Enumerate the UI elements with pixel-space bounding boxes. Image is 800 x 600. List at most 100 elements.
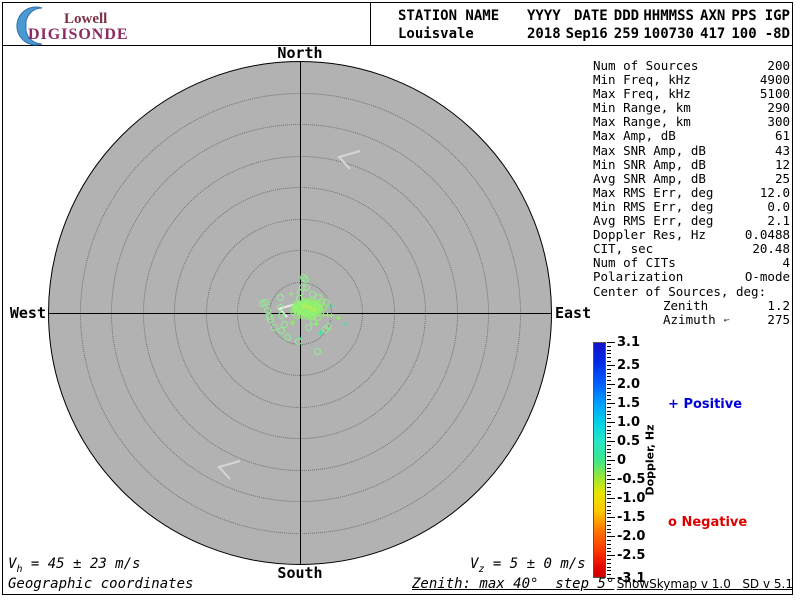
- header-label-row: STATION NAMEYYYYDATEDDDHHMMSSAXNPPSIGP: [398, 7, 790, 25]
- param-label: Center of Sources, deg:: [593, 285, 766, 299]
- colorbar-minor-tick: [607, 388, 611, 389]
- param-value: 5100: [760, 87, 790, 101]
- param-label: Num of Sources: [593, 59, 698, 73]
- colorbar-minor-tick: [607, 570, 611, 571]
- colorbar-minor-tick: [607, 452, 611, 453]
- echo-point-circle: [278, 312, 285, 319]
- colorbar-tick-label: -2.0: [617, 530, 657, 543]
- param-row: Center of Sources, deg:: [593, 285, 790, 299]
- colorbar-major-tick: [607, 384, 615, 385]
- positive-doppler-legend: + Positive: [668, 397, 742, 412]
- param-label: Doppler Res, Hz: [593, 228, 706, 242]
- echo-point-circle: [322, 326, 329, 333]
- colorbar-minor-tick: [607, 513, 611, 514]
- param-label: Azimuth ←: [663, 313, 731, 327]
- param-label: Max SNR Amp, dB: [593, 144, 706, 158]
- param-value: 300: [767, 115, 790, 129]
- colorbar-minor-tick: [607, 464, 611, 465]
- software-version-label: ShowSkymap v 1.0 SD v 5.1: [617, 577, 793, 591]
- colorbar-minor-tick: [607, 430, 611, 431]
- param-value: 1.2: [767, 299, 790, 313]
- colorbar-minor-tick: [607, 548, 611, 549]
- colorbar-minor-tick: [607, 471, 611, 472]
- param-value: 0.0488: [745, 228, 790, 242]
- colorbar-minor-tick: [607, 506, 611, 507]
- colorbar-minor-tick: [607, 357, 611, 358]
- colorbar-major-tick: [607, 498, 615, 499]
- header-col-value: 417: [694, 25, 725, 43]
- colorbar-minor-tick: [607, 414, 611, 415]
- header-col-label: AXN: [694, 7, 725, 25]
- colorbar-minor-tick: [607, 502, 611, 503]
- echo-point-circle: [320, 304, 327, 311]
- colorbar-major-tick: [607, 403, 615, 404]
- echo-point-plus: +: [310, 306, 319, 315]
- param-row: Max RMS Err, deg12.0: [593, 186, 790, 200]
- param-row: PolarizationO-mode: [593, 270, 790, 284]
- param-value: 25: [775, 172, 790, 186]
- colorbar-minor-tick: [607, 567, 611, 568]
- colorbar-minor-tick: [607, 361, 611, 362]
- colorbar-tick-label: 3.1: [617, 336, 657, 349]
- colorbar-minor-tick: [607, 456, 611, 457]
- colorbar-minor-tick: [607, 540, 611, 541]
- header-col-value: -8D: [757, 25, 790, 43]
- colorbar-major-tick: [607, 536, 615, 537]
- colorbar-minor-tick: [607, 468, 611, 469]
- colorbar-major-tick: [607, 422, 615, 423]
- param-row: Zenith 1.2: [593, 299, 790, 313]
- colorbar-minor-tick: [607, 491, 611, 492]
- header-col-label: STATION NAME: [398, 7, 523, 25]
- header-col-value: 2018: [523, 25, 560, 43]
- colorbar-tick-label: -1.5: [617, 511, 657, 524]
- zenith-scale-note: Zenith: max 40° step 5°: [412, 576, 614, 592]
- colorbar-minor-tick: [607, 529, 611, 530]
- colorbar-minor-tick: [607, 392, 611, 393]
- param-value: 4: [782, 256, 790, 270]
- param-row: CIT, sec20.48: [593, 242, 790, 256]
- param-row: Doppler Res, Hz 0.0488: [593, 228, 790, 242]
- param-value: 43: [775, 144, 790, 158]
- colorbar-minor-tick: [607, 437, 611, 438]
- param-row: Avg RMS Err, deg2.1: [593, 214, 790, 228]
- echo-point-circle: [278, 327, 285, 334]
- echo-point-plus: +: [334, 314, 343, 323]
- param-row: Azimuth ←275: [593, 313, 790, 327]
- colorbar-tick-label: -2.5: [617, 549, 657, 562]
- colorbar-minor-tick: [607, 449, 611, 450]
- param-label: Zenith: [663, 299, 708, 313]
- echo-point-circle: [271, 324, 278, 331]
- lowell-digisonde-logo: Lowell DIGISONDE: [12, 5, 232, 45]
- param-label: Min Freq, kHz: [593, 73, 691, 87]
- colorbar-minor-tick: [607, 411, 611, 412]
- colorbar-tick-label: 1.5: [617, 397, 657, 410]
- negative-doppler-legend: o Negative: [668, 515, 747, 530]
- header-divider-vertical: [370, 2, 371, 46]
- param-row: Num of CITs 4: [593, 256, 790, 270]
- colorbar-minor-tick: [607, 353, 611, 354]
- horizontal-velocity-readout: Vh = 45 ± 23 m/s: [8, 556, 140, 575]
- colorbar-minor-tick: [607, 544, 611, 545]
- param-label: Num of CITs: [593, 256, 676, 270]
- param-value: 0.0: [767, 200, 790, 214]
- echo-point-circle: [277, 294, 284, 301]
- compass-label-west: West: [8, 306, 46, 321]
- echo-point-circle: [295, 338, 302, 345]
- echo-point-circle: [277, 304, 284, 311]
- echo-point-circle: [303, 284, 310, 291]
- param-value: 61: [775, 129, 790, 143]
- colorbar-minor-tick: [607, 494, 611, 495]
- header-col-value: 100730: [639, 25, 694, 43]
- colorbar-minor-tick: [607, 521, 611, 522]
- header-col-label: IGP: [757, 7, 790, 25]
- param-row: Min Range, km290: [593, 101, 790, 115]
- colorbar-major-tick: [607, 441, 615, 442]
- echo-point-circle: [314, 348, 321, 355]
- header-col-value: Sep16: [561, 25, 608, 43]
- colorbar-minor-tick: [607, 395, 611, 396]
- echo-point-circle: [300, 274, 307, 281]
- colorbar-major-tick: [607, 365, 615, 366]
- colorbar-minor-tick: [607, 426, 611, 427]
- colorbar-minor-tick: [607, 350, 611, 351]
- header-value-row: Louisvale2018Sep16259100730417100-8D: [398, 25, 790, 43]
